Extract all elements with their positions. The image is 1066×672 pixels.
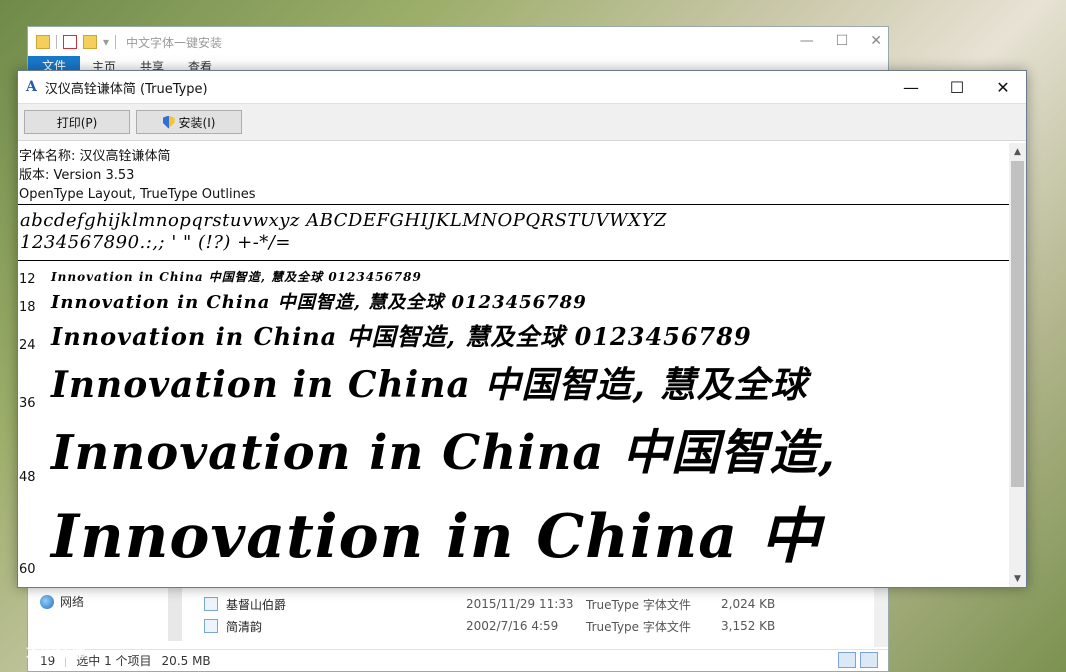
viewer-toolbar: 打印(P) 安装(I) [18,103,1026,141]
sample-row: 18 Innovation in China 中国智造, 慧及全球 012345… [18,287,1011,315]
explorer-path: 中文字体一键安装 [126,35,223,50]
viewer-window-controls: — ☐ ✕ [888,71,1026,103]
sample-row: 12 Innovation in China 中国智造, 慧及全球 012345… [18,265,1011,288]
properties-icon[interactable] [63,35,77,49]
watermark: 大眼仔旭 [26,642,87,660]
charset-letters: abcdefghijklmnopqrstuvwxyz ABCDEFGHIJKLM… [20,210,667,231]
nav-scrollbar[interactable] [168,583,182,641]
scroll-down-icon[interactable]: ▼ [1009,570,1026,587]
file-row[interactable]: 简清韵 2002/7/16 4:59 TrueType 字体文件 3,152 K… [204,615,884,637]
sample-row: 24 Innovation in China 中国智造, 慧及全球 012345… [18,315,1011,354]
shield-icon [162,115,175,129]
font-info: 字体名称: 汉仪高铨谦体简 版本: Version 3.53 OpenType … [18,143,1011,204]
sample-size: 48 [19,470,36,485]
view-toggle [838,652,878,668]
nav-item-network[interactable]: 网络 [40,593,84,610]
install-button[interactable]: 安装(I) [136,110,242,134]
character-set: abcdefghijklmnopqrstuvwxyz ABCDEFGHIJKLM… [18,205,1011,260]
font-version: 版本: Version 3.53 [19,168,135,183]
file-size: 3,152 KB [721,619,776,633]
font-file-icon [204,597,218,611]
file-list-scrollbar[interactable] [874,587,888,647]
scroll-up-icon[interactable]: ▲ [1009,143,1026,160]
close-icon[interactable]: ✕ [980,71,1026,103]
selection-status: 选中 1 个项目 [76,654,152,668]
sample-size: 60 [19,562,36,577]
folder-icon [36,35,50,49]
sample-row: 48 Innovation in China 中国智造, [18,411,1011,485]
file-row[interactable]: 基督山伯爵 2015/11/29 11:33 TrueType 字体文件 2,0… [204,593,884,615]
file-type: TrueType 字体文件 [586,619,691,634]
file-list: 基督山伯爵 2015/11/29 11:33 TrueType 字体文件 2,0… [204,593,884,637]
sample-list: 12 Innovation in China 中国智造, 慧及全球 012345… [18,261,1011,578]
charset-symbols: 1234567890.:,; ' " (!?) +-*/= [20,232,291,253]
minimize-icon[interactable]: — [888,71,934,103]
font-file-icon [204,619,218,633]
network-icon [40,594,54,609]
font-preview: 字体名称: 汉仪高铨谦体简 版本: Version 3.53 OpenType … [18,143,1011,587]
font-layout: OpenType Layout, TrueType Outlines [19,187,256,202]
close-icon[interactable]: ✕ [870,33,882,49]
sample-text: Innovation in China 中国智造, [51,425,836,481]
font-name: 字体名称: 汉仪高铨谦体简 [19,149,171,164]
install-button-label: 安装(I) [178,115,216,130]
new-folder-icon[interactable] [83,35,97,49]
file-type: TrueType 字体文件 [586,597,691,612]
quick-access-dropdown-icon[interactable]: ▾ [103,35,109,49]
sample-size: 12 [19,272,36,287]
font-app-icon: A [26,79,37,95]
viewer-titlebar: A 汉仪高铨谦体简 (TrueType) [18,71,1026,103]
details-view-icon[interactable] [838,652,856,668]
file-date: 2015/11/29 11:33 [466,597,574,611]
preview-scrollbar[interactable]: ▲ ▼ [1009,143,1026,587]
explorer-window-controls: — ☐ ✕ [800,33,882,49]
sample-row: 60 Innovation in China 中 [18,485,1011,578]
sample-text: Innovation in China 中国智造, 慧及全球 012345678… [51,321,752,351]
selection-size: 20.5 MB [161,653,211,668]
divider [56,35,57,49]
sample-size: 24 [19,338,36,353]
nav-item-label: 网络 [60,595,85,609]
sample-size: 18 [19,300,36,315]
status-bar: 19 选中 1 个项目 20.5 MB [28,649,888,671]
minimize-icon[interactable]: — [800,33,814,49]
sample-text: Innovation in China 中 [51,501,821,572]
large-icons-view-icon[interactable] [860,652,878,668]
divider [115,35,117,49]
maximize-icon[interactable]: ☐ [836,33,849,49]
scroll-thumb[interactable] [1011,161,1024,487]
file-date: 2002/7/16 4:59 [466,619,559,633]
sample-row: 36 Innovation in China 中国智造, 慧及全球 [18,353,1011,411]
font-viewer-window: A 汉仪高铨谦体简 (TrueType) — ☐ ✕ 打印(P) 安装(I) 字… [17,70,1027,588]
explorer-titlebar: ▾ 中文字体一键安装 [28,27,888,57]
print-button[interactable]: 打印(P) [24,110,130,134]
sample-size: 36 [19,396,36,411]
viewer-title: 汉仪高铨谦体简 (TrueType) [44,81,208,97]
file-name: 基督山伯爵 [226,597,287,612]
sample-text: Innovation in China 中国智造, 慧及全球 012345678… [51,269,422,284]
file-name: 简清韵 [226,619,263,634]
file-size: 2,024 KB [721,597,776,611]
maximize-icon[interactable]: ☐ [934,71,980,103]
sample-text: Innovation in China 中国智造, 慧及全球 012345678… [51,292,587,313]
sample-text: Innovation in China 中国智造, 慧及全球 [51,364,808,406]
